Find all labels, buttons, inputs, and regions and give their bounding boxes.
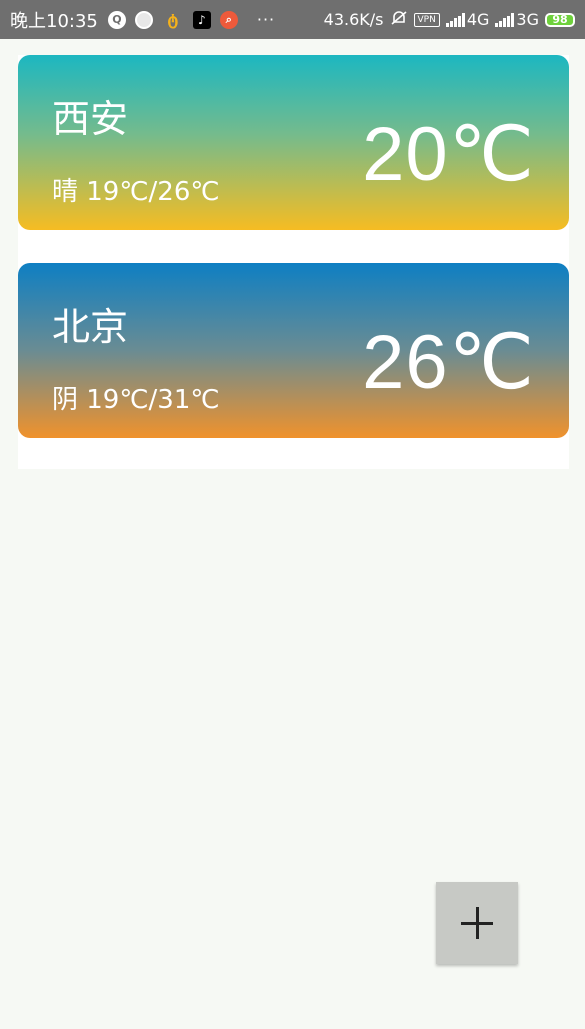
network-type-1: 4G [466, 10, 490, 29]
net-speed: 43.6K/s [323, 10, 384, 29]
signal-icon [445, 12, 465, 27]
city-name: 北京 [52, 305, 129, 349]
vpn-badge: VPN [413, 12, 440, 27]
plus-icon [475, 907, 479, 939]
bird-app-icon: ტ [167, 10, 179, 29]
city-name: 西安 [52, 97, 129, 141]
search-app-icon: ⌕ [219, 10, 238, 29]
signal-icon [495, 12, 515, 27]
circle-app-icon [134, 10, 153, 29]
mute-alarm-icon [390, 10, 408, 30]
status-bar: 晚上10:35 Q ტ ♪ ⌕ ··· 43.6K/s VPN 4G 3G 98 [0, 0, 585, 39]
current-temperature: 20℃ [362, 112, 535, 197]
city-card[interactable]: 西安 晴 19℃/26℃ 20℃ [18, 55, 569, 230]
network-type-2: 3G [516, 10, 539, 29]
current-temperature: 26℃ [362, 320, 535, 405]
weather-summary: 晴 19℃/26℃ [52, 177, 220, 207]
battery-icon: 98 [545, 12, 575, 27]
add-city-button[interactable] [436, 882, 518, 964]
weather-summary: 阴 19℃/31℃ [52, 385, 220, 415]
tiktok-icon: ♪ [192, 10, 211, 29]
city-weather-list: 西安 晴 19℃/26℃ 20℃ 北京 阴 19℃/31℃ 26℃ [18, 55, 569, 469]
status-time: 晚上10:35 [10, 10, 98, 32]
q-app-icon: Q [107, 10, 126, 29]
more-notifications-dots: ··· [256, 10, 276, 29]
status-right-group: 43.6K/s VPN 4G 3G 98 [318, 10, 575, 30]
city-card[interactable]: 北京 阴 19℃/31℃ 26℃ [18, 263, 569, 438]
